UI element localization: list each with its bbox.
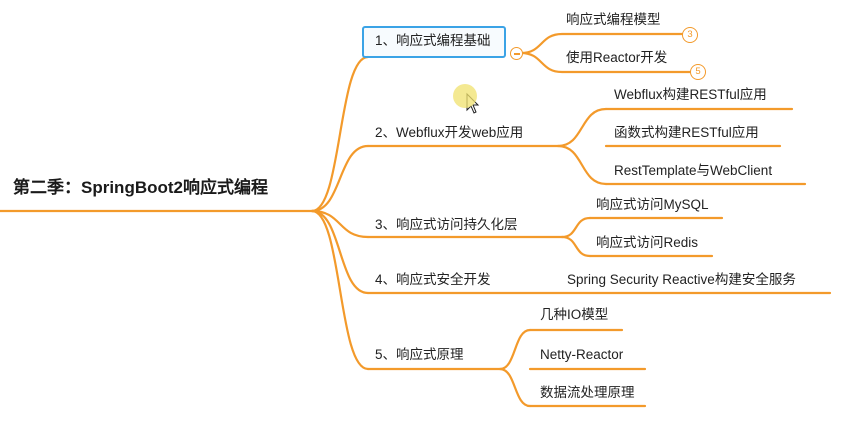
subtopic-5-1[interactable]: 几种IO模型 <box>540 306 608 324</box>
branch-topic-3[interactable]: 3、响应式访问持久化层 <box>375 216 518 234</box>
subtopic-2-1[interactable]: Webflux构建RESTful应用 <box>614 86 767 104</box>
subtopic-1-1[interactable]: 响应式编程模型 <box>566 11 661 29</box>
subtopic-2-3[interactable]: RestTemplate与WebClient <box>614 162 772 180</box>
edge-b3-c1 <box>560 216 592 239</box>
edge-b5-c3 <box>498 367 532 408</box>
branch-topic-5[interactable]: 5、响应式原理 <box>375 346 464 364</box>
root-topic[interactable]: 第二季：SpringBoot2响应式编程 <box>13 177 268 199</box>
collapse-toggle-icon[interactable] <box>510 47 523 60</box>
subtopic-1-2[interactable]: 使用Reactor开发 <box>566 49 667 67</box>
edge-b2-c1 <box>556 107 608 148</box>
child-count-badge-icon[interactable]: 3 <box>682 27 698 43</box>
branch-topic-4[interactable]: 4、响应式安全开发 <box>375 271 491 289</box>
child-count-badge-icon[interactable]: 5 <box>690 64 706 80</box>
subtopic-5-2[interactable]: Netty-Reactor <box>540 346 623 364</box>
edge-b3-c2 <box>560 235 592 258</box>
subtopic-3-1[interactable]: 响应式访问MySQL <box>596 196 709 214</box>
subtopic-3-2[interactable]: 响应式访问Redis <box>596 234 698 252</box>
branch-topic-1[interactable]: 1、响应式编程基础 <box>375 32 491 50</box>
cursor-highlight <box>453 84 477 108</box>
subtopic-2-2[interactable]: 函数式构建RESTful应用 <box>614 124 759 142</box>
edge-b2-c3 <box>556 144 608 186</box>
subtopic-4-1[interactable]: Spring Security Reactive构建安全服务 <box>567 271 796 289</box>
edge-root-branch-2 <box>310 144 370 213</box>
edge-root-branch-1 <box>310 55 370 213</box>
edge-b5-c1 <box>498 328 532 371</box>
subtopic-5-3[interactable]: 数据流处理原理 <box>540 384 635 402</box>
branch-topic-2[interactable]: 2、Webflux开发web应用 <box>375 124 523 142</box>
